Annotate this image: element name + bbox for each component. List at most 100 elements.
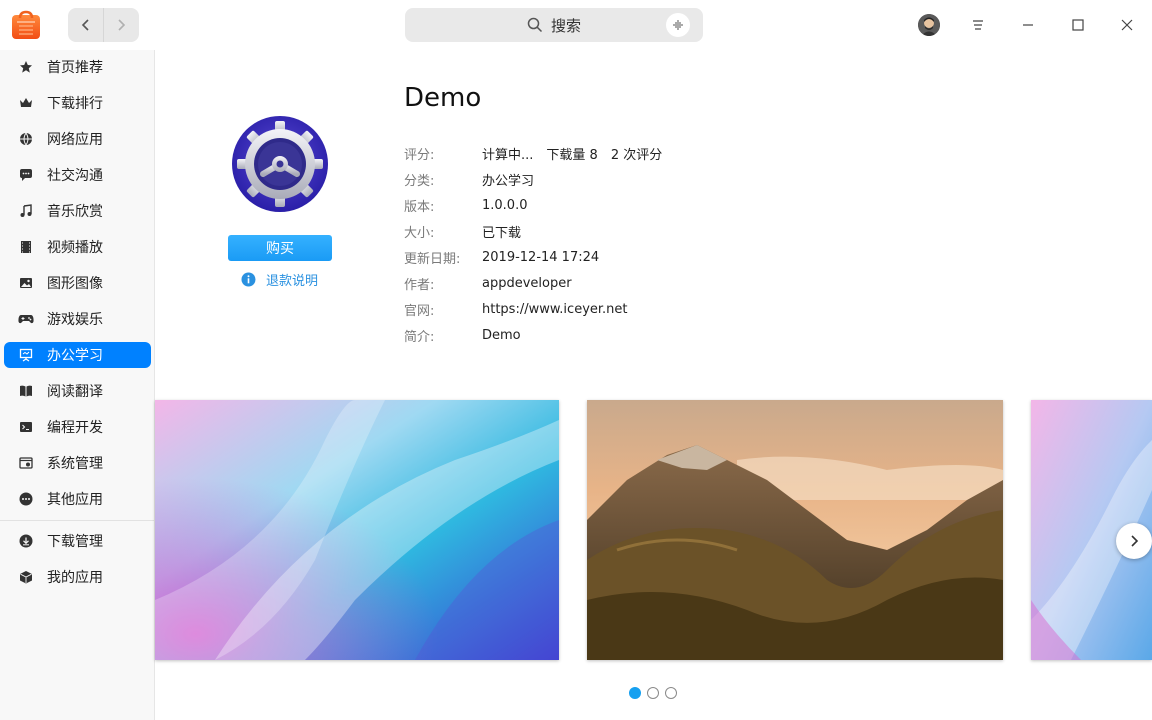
sidebar-item-games[interactable]: 游戏娱乐 [4, 306, 151, 332]
star-icon [18, 59, 34, 75]
sidebar-item-home[interactable]: 首页推荐 [4, 54, 151, 80]
buy-button[interactable]: 购买 [228, 235, 332, 261]
system-icon [18, 455, 34, 471]
sidebar-item-music[interactable]: 音乐欣赏 [4, 198, 151, 224]
sidebar-item-others[interactable]: 其他应用 [4, 486, 151, 512]
close-icon [1121, 19, 1133, 31]
sidebar-item-label: 下载排行 [47, 96, 103, 112]
maximize-button[interactable] [1063, 10, 1093, 40]
screenshot-image[interactable] [587, 400, 1003, 660]
music-icon [18, 203, 34, 219]
settings-gear-icon [232, 116, 328, 212]
info-row-updated: 更新日期: 2019-12-14 17:24 [404, 247, 599, 267]
sidebar-item-my-apps[interactable]: 我的应用 [4, 564, 151, 590]
sidebar-item-label: 其他应用 [47, 492, 103, 508]
film-icon [18, 239, 34, 255]
avatar[interactable] [918, 14, 940, 36]
menu-button[interactable] [963, 10, 993, 40]
info-value: appdeveloper [482, 275, 572, 291]
carousel-dot[interactable] [629, 687, 641, 699]
title-bar: 搜索 [0, 0, 1152, 50]
sidebar-item-reading[interactable]: 阅读翻译 [4, 378, 151, 404]
info-value: 1.0.0.0 [482, 197, 528, 213]
close-button[interactable] [1112, 10, 1142, 40]
sidebar-item-label: 音乐欣赏 [47, 204, 103, 220]
carousel-dot[interactable] [665, 687, 677, 699]
app-icon [230, 114, 330, 214]
sidebar-item-downloads[interactable]: 下载管理 [4, 528, 151, 554]
sidebar: 首页推荐 下载排行 网络应用 社交沟通 音乐欣赏 视频播放 图形图像 游戏娱乐 … [0, 50, 155, 720]
gamepad-icon [18, 311, 34, 327]
carousel-next-button[interactable] [1116, 523, 1152, 559]
sidebar-item-office[interactable]: 办公学习 [4, 342, 151, 368]
sidebar-divider [0, 520, 154, 521]
refund-info-link[interactable]: 退款说明 [241, 270, 319, 289]
review-count: 2 次评分 [610, 147, 663, 163]
info-key: 大小: [404, 225, 435, 241]
refund-label: 退款说明 [266, 273, 319, 289]
info-row-category: 分类: 办公学习 [404, 169, 534, 189]
chat-icon [18, 167, 34, 183]
minimize-button[interactable] [1013, 10, 1043, 40]
info-key: 分类: [404, 173, 435, 189]
app-store-logo-icon [11, 10, 41, 40]
sidebar-item-label: 编程开发 [47, 420, 103, 436]
chevron-left-icon [81, 19, 89, 31]
info-row-author: 作者: appdeveloper [404, 273, 572, 293]
info-key: 更新日期: [404, 251, 461, 267]
carousel-dot[interactable] [647, 687, 659, 699]
sidebar-item-programming[interactable]: 编程开发 [4, 414, 151, 440]
sidebar-item-system[interactable]: 系统管理 [4, 450, 151, 476]
info-key: 官网: [404, 303, 435, 319]
chevron-right-icon [118, 19, 126, 31]
sidebar-item-label: 阅读翻译 [47, 384, 103, 400]
sidebar-item-label: 我的应用 [47, 570, 103, 586]
chevron-right-icon [1131, 535, 1139, 547]
search-input[interactable]: 搜索 [405, 8, 703, 42]
sidebar-item-label: 社交沟通 [47, 168, 103, 184]
sidebar-item-label: 首页推荐 [47, 60, 103, 76]
sidebar-item-label: 下载管理 [47, 534, 103, 550]
menu-icon [973, 20, 983, 30]
rating-status: 计算中... [482, 147, 534, 163]
info-row-size: 大小: 已下载 [404, 221, 521, 241]
website-link[interactable]: https://www.iceyer.net [482, 302, 628, 317]
forward-button[interactable] [103, 8, 138, 42]
waveform-icon [673, 20, 683, 30]
sidebar-item-label: 网络应用 [47, 132, 103, 148]
navigation-buttons [68, 8, 139, 42]
sidebar-item-rankings[interactable]: 下载排行 [4, 90, 151, 116]
sidebar-item-graphics[interactable]: 图形图像 [4, 270, 151, 296]
search-placeholder: 搜索 [550, 16, 581, 35]
sidebar-item-label: 系统管理 [47, 456, 103, 472]
info-key: 简介: [404, 329, 435, 345]
sidebar-item-social[interactable]: 社交沟通 [4, 162, 151, 188]
book-icon [18, 383, 34, 399]
info-icon [241, 272, 256, 286]
app-title: Demo [404, 83, 482, 113]
voice-search-button[interactable] [666, 13, 690, 37]
sidebar-item-label: 图形图像 [47, 276, 103, 292]
rating-values: 计算中... 下载量 8 2 次评分 [482, 144, 662, 163]
more-icon [18, 491, 34, 507]
info-row-rating: 评分: 计算中... 下载量 8 2 次评分 [404, 143, 662, 163]
carousel-pagination [629, 687, 677, 699]
minimize-icon [1023, 24, 1033, 26]
sidebar-item-network[interactable]: 网络应用 [4, 126, 151, 152]
info-row-website: 官网: https://www.iceyer.net [404, 299, 628, 319]
sidebar-item-label: 视频播放 [47, 240, 103, 256]
info-key: 评分: [404, 147, 435, 163]
info-value: 办公学习 [482, 173, 535, 189]
box-icon [18, 569, 34, 585]
sidebar-item-video[interactable]: 视频播放 [4, 234, 151, 260]
terminal-icon [18, 419, 34, 435]
info-row-version: 版本: 1.0.0.0 [404, 195, 527, 215]
globe-icon [18, 131, 34, 147]
info-value: 2019-12-14 17:24 [482, 249, 600, 265]
info-key: 作者: [404, 277, 435, 293]
info-value: 已下载 [482, 225, 522, 241]
back-button[interactable] [68, 8, 103, 42]
crown-icon [18, 95, 34, 111]
screenshot-image[interactable] [155, 400, 559, 660]
search-icon [527, 17, 543, 33]
